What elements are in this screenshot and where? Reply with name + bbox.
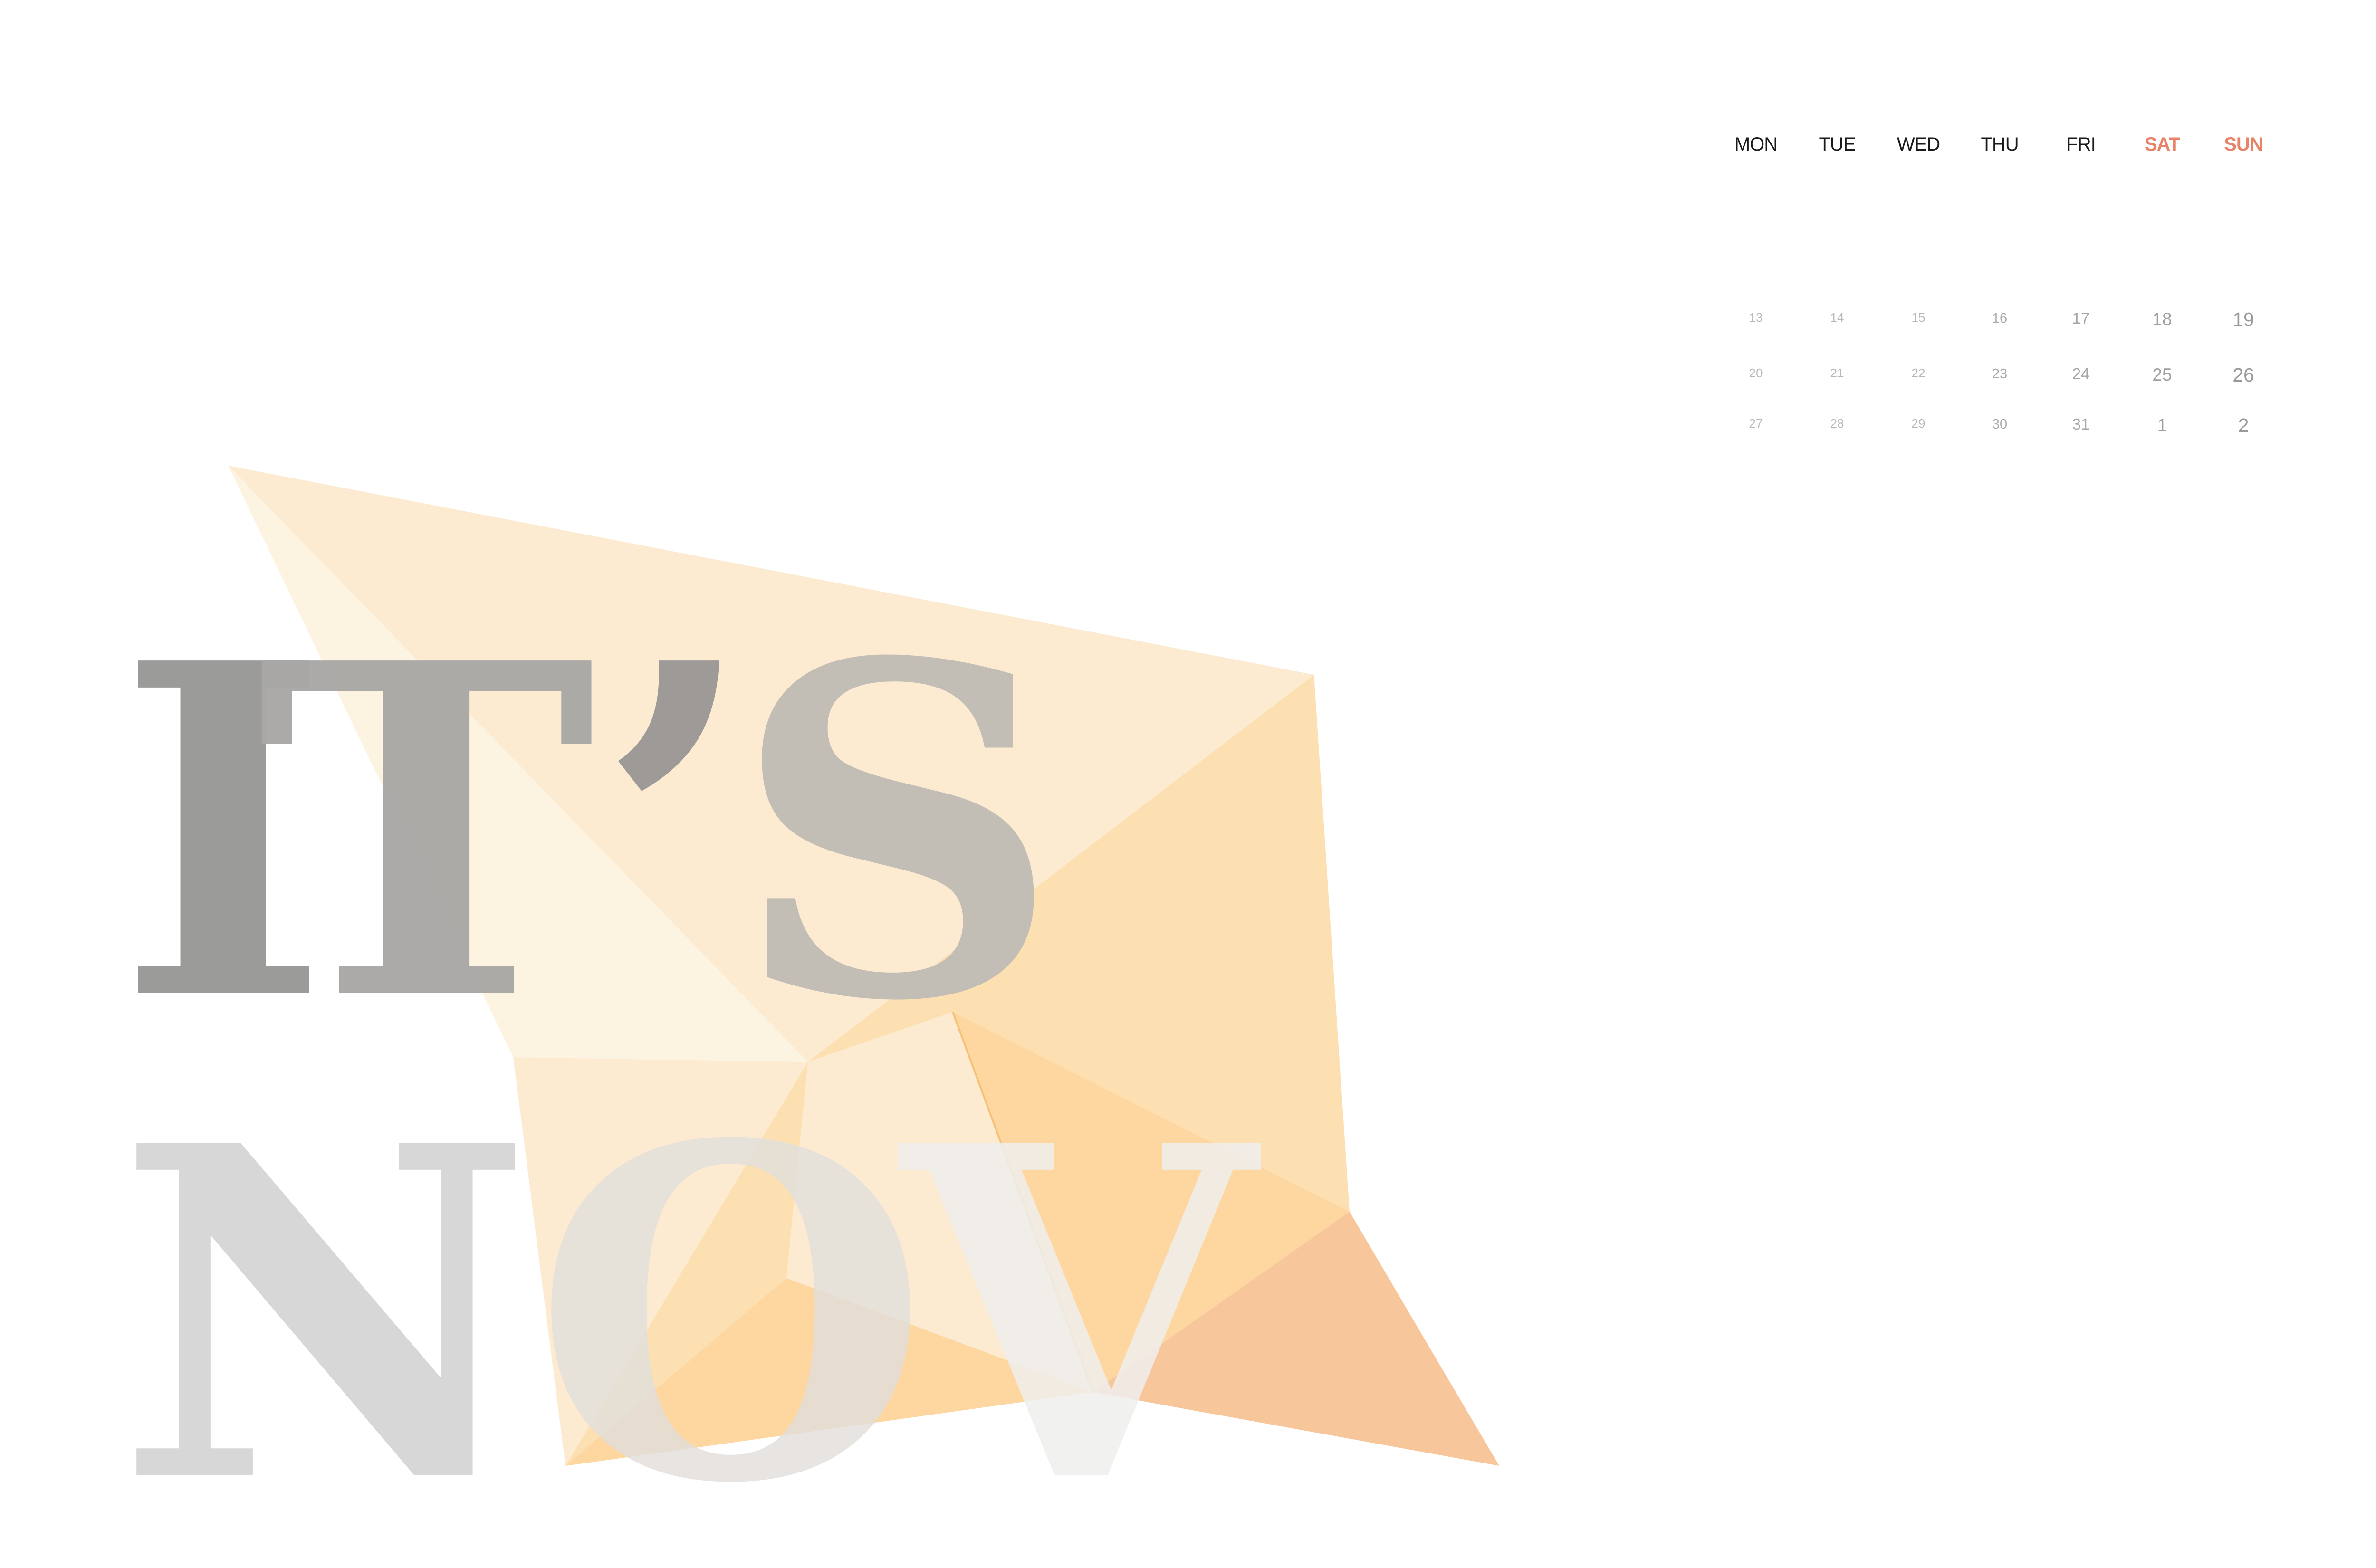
day-cell: 20 <box>1749 366 1763 380</box>
calendar-weekday-header: MON TUE WED THU FRI SAT SUN <box>1734 134 2263 155</box>
day-cell: 15 <box>1912 310 1926 325</box>
day-cell: 16 <box>1992 311 2007 326</box>
day-cell: 13 <box>1749 310 1763 325</box>
day-cell: 24 <box>2072 365 2090 382</box>
day-cell: 21 <box>1830 366 1844 380</box>
day-cell-weekend: 19 <box>2232 308 2254 330</box>
day-cell: 17 <box>2072 309 2090 327</box>
day-cell: 29 <box>1912 416 1926 430</box>
weekday-thu: THU <box>1981 134 2018 155</box>
day-cell-weekend: 18 <box>2152 309 2172 329</box>
day-cell-weekend: 2 <box>2238 414 2249 436</box>
calendar-grid: 13 14 15 16 17 18 19 20 21 22 23 24 25 2… <box>1749 308 2254 436</box>
headline-letter-t: T <box>257 565 596 1101</box>
day-cell-weekend: 25 <box>2152 365 2172 384</box>
day-cell: 22 <box>1912 366 1926 380</box>
weekday-sun: SUN <box>2224 134 2262 155</box>
day-cell-weekend: 1 <box>2157 415 2167 435</box>
day-cell: 27 <box>1749 416 1763 430</box>
day-cell-weekend: 26 <box>2232 364 2254 386</box>
day-cell: 31 <box>2072 415 2090 433</box>
headline-letter-n: N <box>116 1048 534 1568</box>
day-cell: 23 <box>1992 366 2007 382</box>
weekday-fri: FRI <box>2066 134 2095 155</box>
headline-letter-v: V <box>893 1048 1264 1568</box>
weekday-sat: SAT <box>2145 134 2180 155</box>
headline-letter-s: S <box>732 565 1061 1101</box>
weekday-mon: MON <box>1734 134 1777 155</box>
weekday-wed: WED <box>1897 134 1940 155</box>
day-cell: 30 <box>1992 417 2007 432</box>
weekday-tue: TUE <box>1819 134 1856 155</box>
day-cell: 28 <box>1830 416 1844 430</box>
day-cell: 14 <box>1830 310 1844 325</box>
poster-canvas: I T ’ S N O V MON TUE WED THU FRI SAT SU… <box>116 134 2263 1568</box>
headline-letter-o: O <box>532 1048 929 1568</box>
